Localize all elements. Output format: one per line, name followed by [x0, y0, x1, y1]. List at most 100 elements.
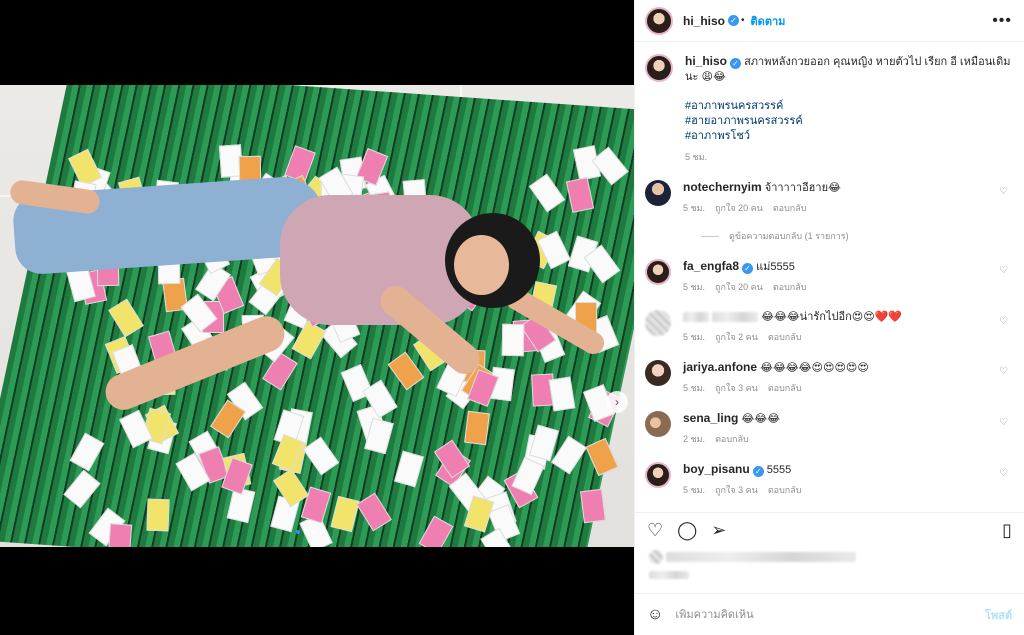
author-username[interactable]: hi_hiso [683, 14, 725, 28]
comment-item: fa_engfa8 ✓ แม่5555 5 ชม. ถูกใจ 20 คน ตอบกล… [645, 259, 1012, 294]
post-header: hi_hiso ✓ • ติดตาม ••• [635, 0, 1024, 42]
share-send-icon[interactable]: ➢ [711, 520, 726, 541]
lottery-ticket [356, 492, 392, 532]
lottery-ticket [394, 450, 424, 488]
blurred-avatar [649, 550, 663, 564]
comment-like-icon[interactable]: ♡ [999, 468, 1008, 479]
lottery-ticket [330, 495, 360, 533]
commenter-avatar[interactable] [645, 411, 671, 437]
comments-scroll[interactable]: hi_hiso ✓ สภาพหลังกวยออก คุณหญิง หายตัวไป… [635, 42, 1024, 512]
comment-time: 5 ชม. [683, 282, 706, 292]
comment-time: 5 ชม. [683, 383, 706, 393]
blurred-avatar [645, 310, 671, 336]
comment-like-icon[interactable]: ♡ [999, 265, 1008, 276]
lottery-ticket [291, 320, 327, 360]
lottery-ticket [580, 488, 606, 524]
comment-item: notechernyim จ้าาาาาอีฮาย😂 5 ชม. ถูกใจ 20… [645, 180, 1012, 215]
verified-badge-icon: ✓ [742, 263, 754, 274]
carousel-dot [304, 530, 308, 534]
verified-badge-icon: ✓ [730, 58, 742, 69]
comment-text: 😂😂😂😂😍😍😍😍😍 [760, 362, 869, 374]
comment-composer: ☺ โพสต์ [635, 593, 1024, 635]
person-face [454, 235, 509, 295]
comment-item: sena_ling 😂😂😂 2 ชม. ตอบกลับ ♡ [645, 411, 1012, 446]
comment-likes[interactable]: ถูกใจ 20 คน [715, 282, 763, 292]
hashtag-link[interactable]: #อาภาพรนครสวรรค์ [685, 99, 1012, 114]
commenter-avatar[interactable] [645, 462, 671, 488]
reply-button[interactable]: ตอบกลับ [715, 434, 749, 444]
post-comment-button[interactable]: โพสต์ [985, 606, 1012, 624]
comment-like-icon[interactable]: ♡ [999, 316, 1008, 327]
reply-button[interactable]: ตอบกลับ [773, 203, 807, 213]
comment-bubble-icon[interactable]: ◯ [677, 520, 697, 541]
comment-time: 2 ชม. [683, 434, 706, 444]
emoji-icon[interactable]: ☺ [647, 606, 663, 624]
follow-button[interactable]: ติดตาม [751, 12, 786, 30]
caption-block: hi_hiso ✓ สภาพหลังกวยออก คุณหญิง หายตัวไป… [645, 54, 1012, 164]
reply-button[interactable]: ตอบกลับ [773, 282, 807, 292]
lottery-ticket [585, 437, 619, 477]
instagram-post-viewer: › hi_hiso ✓ • ติดตาม ••• hi_hiso ✓ สภาพห… [0, 0, 1024, 635]
blurred-username [683, 312, 709, 323]
hashtag-link[interactable]: #ฮายอาภาพรนครสวรรค์ [685, 114, 1012, 129]
lottery-ticket [107, 523, 133, 547]
carousel-dots [296, 530, 316, 534]
comment-likes[interactable]: ถูกใจ 2 คน [715, 332, 758, 342]
blurred-username [712, 312, 759, 323]
media-area: › [0, 0, 634, 635]
blurred-likes-text [665, 552, 856, 562]
lottery-ticket [565, 177, 595, 213]
comment-item: boy_pisanu ✓ 5555 5 ชม. ถูกใจ 3 คน ตอบกลับ … [645, 462, 1012, 497]
comment-text: 😂😂😂 [741, 413, 780, 425]
carousel-dot [312, 530, 316, 534]
verified-badge-icon: ✓ [728, 15, 740, 26]
verified-badge-icon: ✓ [752, 466, 764, 477]
comment-like-icon[interactable]: ♡ [999, 417, 1008, 428]
like-heart-icon[interactable]: ♡ [647, 520, 663, 541]
comment-username[interactable]: jariya.anfone [683, 360, 757, 374]
lottery-ticket [464, 410, 490, 446]
lottery-ticket [548, 376, 576, 412]
comment-username[interactable]: sena_ling [683, 411, 738, 425]
post-photo[interactable]: › [0, 85, 634, 547]
comment-like-icon[interactable]: ♡ [999, 366, 1008, 377]
view-replies-button[interactable]: ดูข้อความตอบกลับ (1 รายการ) [701, 229, 1012, 243]
commenter-avatar[interactable] [645, 180, 671, 206]
comment-like-icon[interactable]: ♡ [999, 186, 1008, 197]
lottery-ticket [302, 436, 340, 476]
caption-avatar[interactable] [645, 54, 673, 82]
comment-likes[interactable]: ถูกใจ 3 คน [715, 485, 758, 495]
next-slide-icon[interactable]: › [606, 391, 628, 413]
lottery-ticket [528, 173, 566, 213]
comment-text: 5555 [766, 464, 792, 476]
comment-likes[interactable]: ถูกใจ 3 คน [715, 383, 758, 393]
comment-likes[interactable]: ถูกใจ 20 คน [715, 203, 763, 213]
reply-button[interactable]: ตอบกลับ [768, 383, 802, 393]
comment-text: จ้าาาาาอีฮาย😂 [764, 182, 841, 194]
carousel-dot [296, 530, 300, 534]
bookmark-icon[interactable]: ▯ [1002, 520, 1012, 541]
caption-username[interactable]: hi_hiso [685, 54, 727, 68]
more-icon[interactable]: ••• [992, 12, 1012, 30]
commenter-avatar[interactable] [645, 360, 671, 386]
reply-button[interactable]: ตอบกลับ [768, 332, 802, 342]
comment-username[interactable]: fa_engfa8 [683, 259, 739, 273]
comment-time: 5 ชม. [683, 485, 706, 495]
comment-username[interactable]: notechernyim [683, 180, 762, 194]
lottery-ticket [551, 435, 587, 475]
hashtag-link[interactable]: #อาภาพรโชว์ [685, 129, 1012, 144]
comment-input[interactable] [675, 608, 973, 621]
commenter-avatar[interactable] [645, 259, 671, 285]
separator-dot: • [741, 15, 745, 26]
lottery-ticket [387, 351, 425, 391]
reply-button[interactable]: ตอบกลับ [768, 485, 802, 495]
comment-text: 😂😂😂น่ารักไปอีก😍😍❤️❤️ [761, 311, 903, 323]
caption-timestamp: 5 ชม. [685, 152, 708, 162]
comment-username[interactable]: boy_pisanu [683, 462, 750, 476]
author-avatar[interactable] [645, 6, 673, 35]
comment-item: 😂😂😂น่ารักไปอีก😍😍❤️❤️ 5 ชม. ถูกใจ 2 คน ตอบก… [645, 310, 1012, 344]
lottery-ticket [146, 498, 170, 532]
blurred-date [649, 571, 689, 580]
lottery-ticket [108, 298, 144, 338]
comment-item: jariya.anfone 😂😂😂😂😍😍😍😍😍 5 ชม. ถูกใจ 3 คน ต… [645, 360, 1012, 395]
